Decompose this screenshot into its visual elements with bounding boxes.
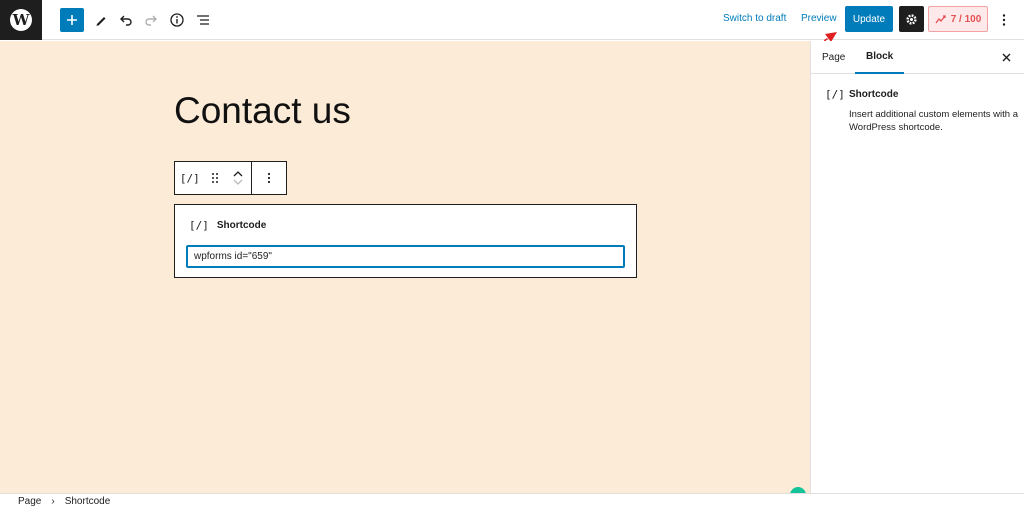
- undo-button[interactable]: [114, 8, 138, 32]
- plus-icon: [67, 15, 77, 25]
- update-button[interactable]: Update: [845, 6, 893, 32]
- block-options-button[interactable]: [252, 162, 286, 194]
- gear-icon: [906, 13, 917, 25]
- close-sidebar-button[interactable]: [999, 50, 1013, 64]
- info-icon: [170, 13, 184, 27]
- settings-sidebar: Page Block [/] Shortcode Insert addition…: [810, 41, 1024, 493]
- block-card-title: Shortcode: [849, 89, 899, 100]
- undo-icon: [120, 15, 132, 26]
- block-toolbar: [/]: [174, 161, 287, 195]
- shortcode-block[interactable]: [/] Shortcode wpforms id="659": [174, 204, 637, 278]
- wordpress-logo-button[interactable]: W: [0, 0, 42, 40]
- wordpress-icon: W: [10, 9, 32, 31]
- block-card-description: Insert additional custom elements with a…: [849, 109, 1018, 133]
- tab-page[interactable]: Page: [822, 41, 845, 74]
- seo-score-icon: [935, 15, 946, 24]
- pencil-icon: [96, 17, 106, 26]
- redo-button[interactable]: [139, 8, 163, 32]
- tools-button[interactable]: [89, 8, 113, 32]
- seo-score-button[interactable]: 7 / 100: [928, 6, 988, 32]
- switch-to-draft-button[interactable]: Switch to draft: [723, 13, 786, 24]
- editor-canvas: Contact us [/] [/] Shortcode wpforms id=…: [0, 41, 810, 503]
- drag-handle[interactable]: [205, 162, 225, 194]
- shortcode-icon: [/]: [179, 171, 200, 185]
- move-controls: [225, 162, 252, 194]
- seo-score-value: 7 / 100: [950, 13, 982, 25]
- move-up-button[interactable]: [233, 170, 243, 177]
- details-button[interactable]: [165, 8, 189, 32]
- shortcode-block-label: [/] Shortcode: [189, 219, 266, 232]
- editor-header: W Switch to draft Preview Update 7 / 100: [0, 0, 1024, 40]
- preview-button[interactable]: Preview: [801, 13, 837, 24]
- block-type-button[interactable]: [/]: [175, 162, 205, 194]
- shortcode-icon: [/]: [825, 88, 845, 101]
- breadcrumb-current[interactable]: Shortcode: [65, 496, 111, 507]
- list-view-icon: [197, 15, 209, 25]
- add-block-button[interactable]: [60, 8, 84, 32]
- shortcode-label-text: Shortcode: [216, 220, 267, 231]
- tab-block[interactable]: Block: [855, 41, 905, 74]
- drag-handle-icon: [211, 173, 218, 183]
- options-menu-button[interactable]: [996, 8, 1012, 32]
- page-title[interactable]: Contact us: [174, 90, 351, 132]
- list-view-button[interactable]: [191, 8, 215, 32]
- breadcrumb-separator: ›: [51, 495, 55, 507]
- settings-button[interactable]: [899, 6, 924, 32]
- close-icon: [1002, 53, 1010, 61]
- breadcrumb: Page › Shortcode: [0, 493, 1024, 508]
- more-vertical-icon: [268, 172, 271, 184]
- shortcode-input[interactable]: wpforms id="659": [186, 245, 625, 268]
- redo-icon: [145, 15, 157, 26]
- sidebar-tabs: Page Block: [811, 41, 1024, 74]
- more-vertical-icon: [1002, 14, 1006, 26]
- shortcode-icon: [/]: [189, 219, 209, 232]
- move-down-button[interactable]: [233, 179, 243, 186]
- breadcrumb-page[interactable]: Page: [18, 496, 41, 507]
